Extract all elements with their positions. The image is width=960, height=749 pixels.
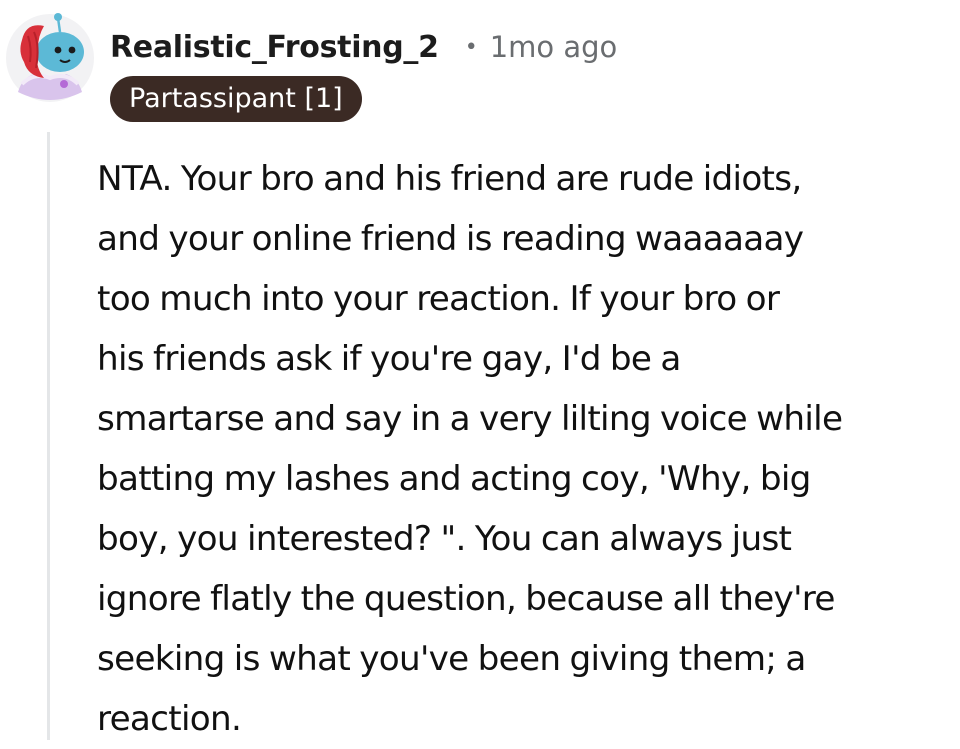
thread-line[interactable] [47, 132, 50, 740]
user-flair-badge: Partassipant [1] [110, 76, 362, 122]
comment-body-line: reaction. [97, 699, 242, 739]
comment-body: NTA. Your bro and his friend are rude id… [97, 149, 947, 749]
comment-body-line: NTA. Your bro and his friend are rude id… [97, 159, 802, 199]
comment-body-line: ignore flatly the question, because all … [97, 579, 835, 619]
comment-body-line: batting my lashes and acting coy, 'Why, … [97, 459, 811, 499]
comment-body-line: too much into your reaction. If your bro… [97, 279, 780, 319]
comment-body-line: and your online friend is reading waaaaa… [97, 219, 804, 259]
comment-body-line: seeking is what you've been giving them;… [97, 639, 806, 679]
author-username[interactable]: Realistic_Frosting_2 [110, 30, 439, 65]
comment-meta: Realistic_Frosting_2 • 1mo ago [110, 24, 617, 70]
comment-timestamp[interactable]: 1mo ago [490, 30, 618, 64]
meta-separator: • [464, 34, 478, 60]
snoo-avatar-icon [6, 13, 94, 102]
comment-body-line: boy, you interested? ". You can always j… [97, 519, 792, 559]
comment: Realistic_Frosting_2 • 1mo ago Partassip… [0, 0, 960, 740]
comment-body-line: smartarse and say in a very lilting voic… [97, 399, 843, 439]
user-avatar[interactable] [4, 12, 96, 104]
comment-body-line: his friends ask if you're gay, I'd be a [97, 339, 681, 379]
